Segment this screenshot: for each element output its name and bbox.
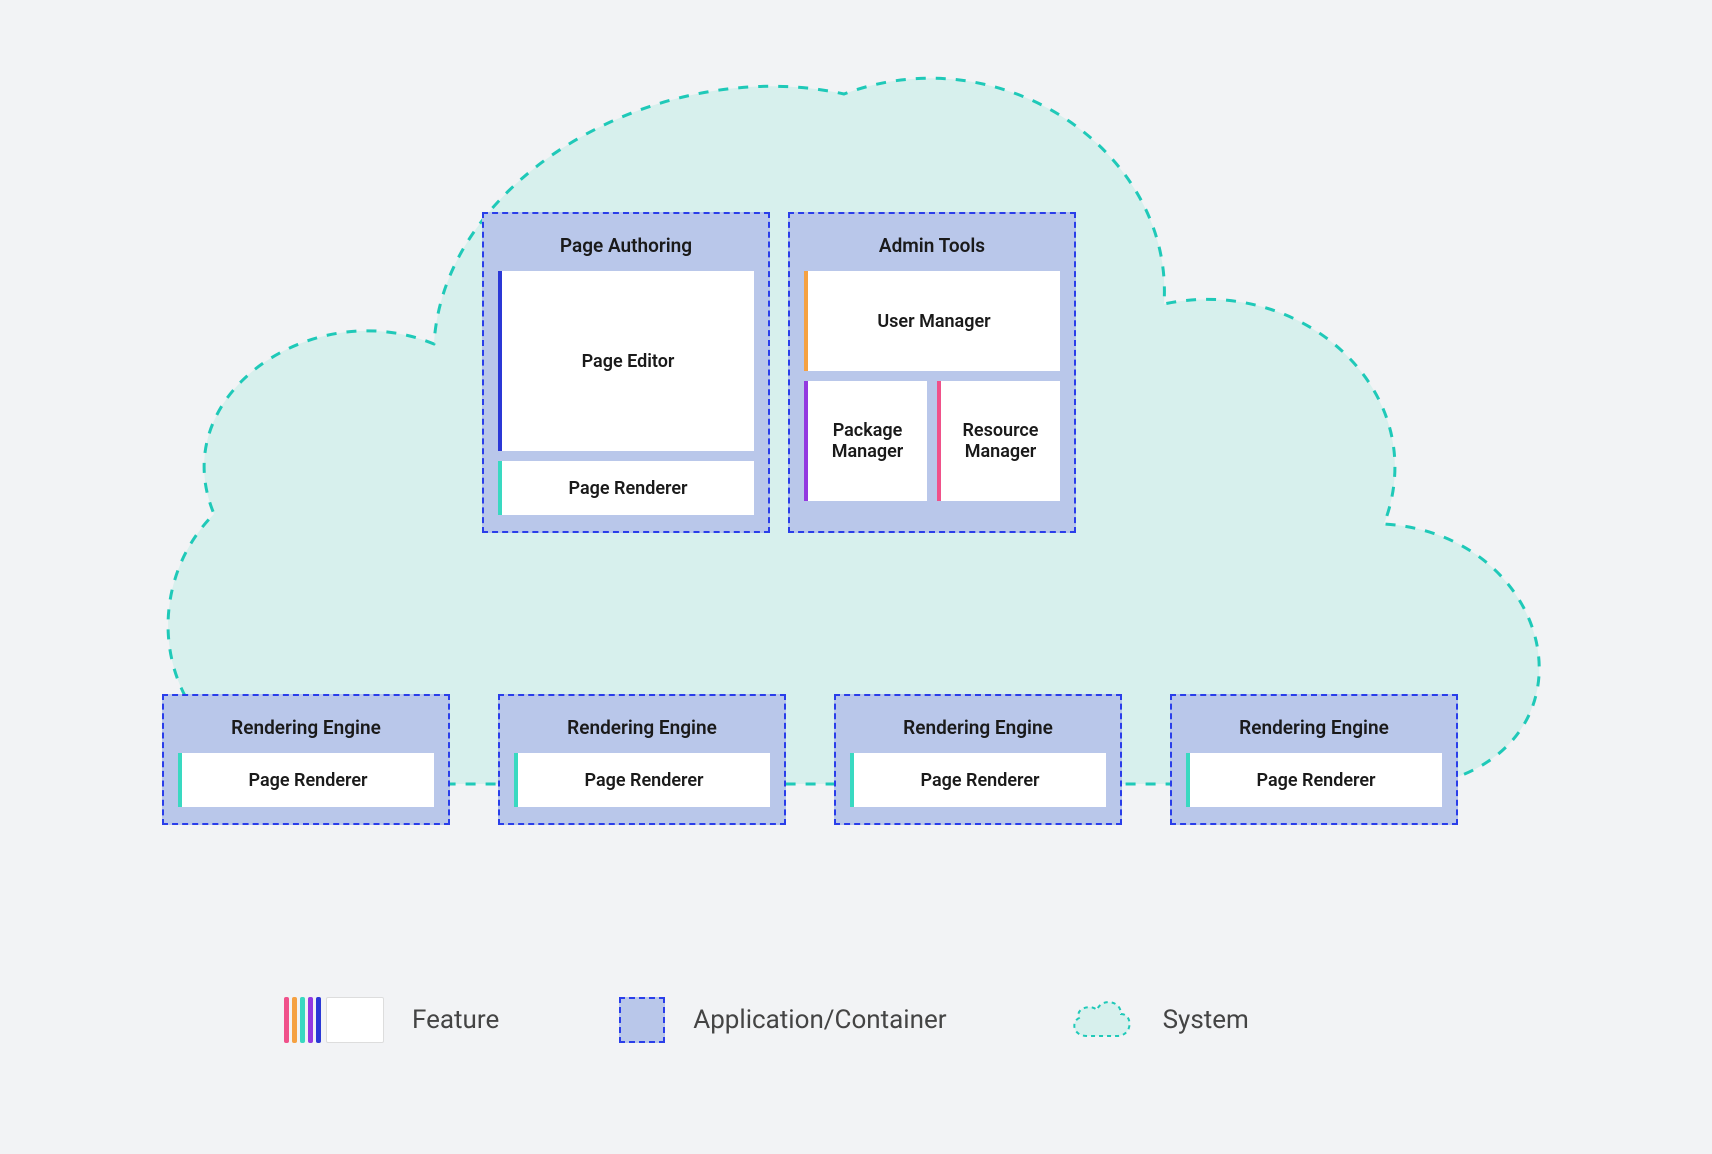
container-page-authoring: Page Authoring Page Editor Page Renderer — [482, 212, 770, 533]
legend-item-container: Application/Container — [619, 997, 946, 1043]
container-rendering-engine: Rendering Engine Page Renderer — [834, 694, 1122, 825]
bottom-containers-row: Rendering Engine Page Renderer Rendering… — [162, 694, 1458, 825]
container-title: Rendering Engine — [514, 710, 770, 753]
feature-page-renderer: Page Renderer — [1186, 753, 1442, 807]
container-swatch-icon — [619, 997, 665, 1043]
feature-page-renderer: Page Renderer — [850, 753, 1106, 807]
legend-item-system: System — [1067, 996, 1249, 1044]
legend: Feature Application/Container System — [284, 996, 1249, 1044]
feature-swatch-icon — [284, 997, 384, 1043]
legend-label: Feature — [412, 1005, 499, 1035]
feature-page-renderer: Page Renderer — [514, 753, 770, 807]
container-title: Rendering Engine — [1186, 710, 1442, 753]
top-containers-row: Page Authoring Page Editor Page Renderer… — [482, 212, 1076, 533]
container-title: Rendering Engine — [850, 710, 1106, 753]
admin-tools-lower-row: Package Manager Resource Manager — [804, 381, 1060, 501]
feature-page-editor: Page Editor — [498, 271, 754, 451]
container-title: Page Authoring — [498, 228, 754, 271]
architecture-diagram: Page Authoring Page Editor Page Renderer… — [104, 44, 1628, 1116]
container-title: Admin Tools — [804, 228, 1060, 271]
cloud-swatch-icon — [1067, 996, 1135, 1044]
legend-label: Application/Container — [693, 1005, 946, 1035]
container-admin-tools: Admin Tools User Manager Package Manager… — [788, 212, 1076, 533]
container-rendering-engine: Rendering Engine Page Renderer — [162, 694, 450, 825]
legend-item-feature: Feature — [284, 997, 499, 1043]
container-title: Rendering Engine — [178, 710, 434, 753]
container-rendering-engine: Rendering Engine Page Renderer — [1170, 694, 1458, 825]
feature-page-renderer: Page Renderer — [498, 461, 754, 515]
legend-label: System — [1163, 1005, 1249, 1035]
feature-page-renderer: Page Renderer — [178, 753, 434, 807]
feature-user-manager: User Manager — [804, 271, 1060, 371]
feature-package-manager: Package Manager — [804, 381, 927, 501]
feature-resource-manager: Resource Manager — [937, 381, 1060, 501]
container-rendering-engine: Rendering Engine Page Renderer — [498, 694, 786, 825]
